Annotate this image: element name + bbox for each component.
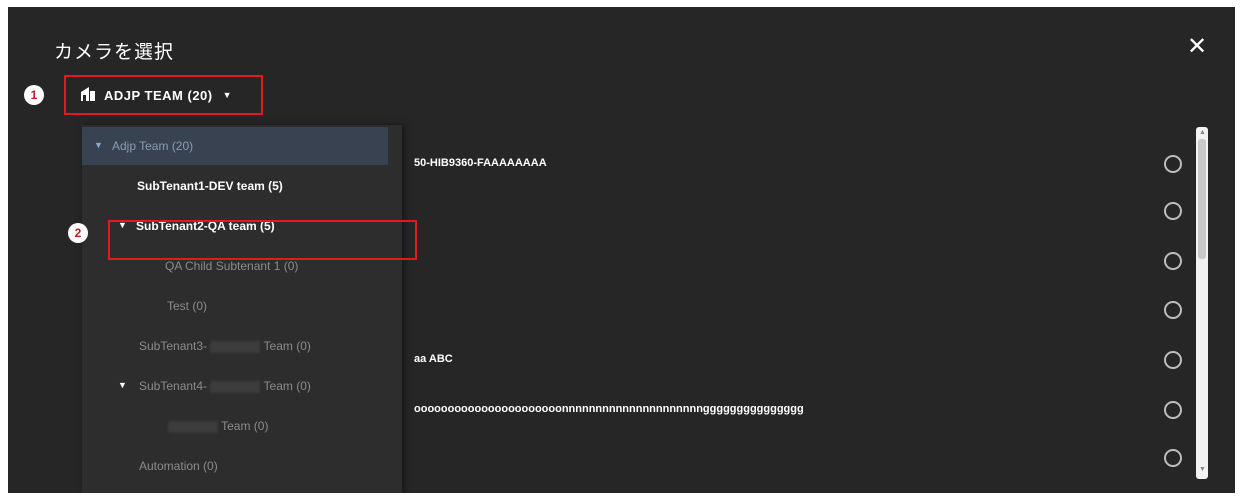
tree-item-subtenant3[interactable]: SubTenant3- Team (0) (82, 327, 402, 365)
chevron-down-icon: ▼ (222, 90, 233, 100)
camera-row[interactable]: 50-HIB9360-FAAAAAAAA (402, 141, 1192, 189)
tree-item-label: QA Child Subtenant 1 (0) (165, 259, 299, 273)
radio-button[interactable] (1164, 301, 1182, 319)
callout-badge-1: 1 (24, 85, 44, 105)
tree-item-subtenant1[interactable]: SubTenant1-DEV team (5) (82, 167, 402, 205)
redacted-text (210, 380, 261, 393)
radio-button[interactable] (1164, 155, 1182, 173)
redacted-text (210, 340, 261, 353)
dialog-title: カメラを選択 (54, 42, 175, 63)
tree-item-label: Adjp Team (20) (112, 139, 194, 153)
tree-item-label-suffix: Team (0) (221, 419, 269, 433)
radio-button[interactable] (1164, 202, 1182, 220)
radio-button[interactable] (1164, 449, 1182, 467)
scrollbar-thumb[interactable] (1198, 139, 1206, 259)
camera-row[interactable] (402, 435, 1192, 483)
building-icon (80, 86, 96, 104)
close-icon[interactable]: ✕ (1184, 34, 1210, 60)
scroll-up-icon[interactable]: ▲ (1199, 129, 1206, 136)
scroll-down-icon[interactable]: ▼ (1199, 466, 1206, 473)
camera-row[interactable]: aa ABC (402, 337, 1192, 385)
tree-item-label: Automation (0) (139, 459, 218, 473)
tenant-selector-button[interactable]: ADJP TEAM (20) ▼ (64, 75, 263, 115)
tree-item-redacted-team[interactable]: Team (0) (82, 407, 402, 445)
tenant-tree-dropdown: ▼ Adjp Team (20) SubTenant1-DEV team (5)… (82, 125, 402, 493)
camera-select-dialog: カメラを選択 ✕ 1 ADJP TEAM (20) ▼ 50-HIB9360-F… (8, 7, 1235, 493)
caret-down-icon: ▼ (118, 380, 127, 390)
tree-item-test[interactable]: Test (0) (82, 287, 402, 325)
camera-row[interactable] (402, 188, 1192, 236)
radio-button[interactable] (1164, 252, 1182, 270)
tree-item-automation[interactable]: Automation (0) (82, 447, 402, 485)
scrollbar[interactable]: ▲ ▼ (1196, 127, 1208, 479)
tree-item-label-suffix: Team (0) (263, 339, 311, 353)
tree-item-label-prefix: SubTenant4- (139, 379, 208, 393)
callout-badge-2: 2 (68, 223, 88, 243)
tree-item-label: SubTenant1-DEV team (5) (137, 179, 283, 193)
tree-item-label-suffix: Team (0) (263, 379, 311, 393)
tenant-selector-label: ADJP TEAM (20) (104, 87, 213, 103)
radio-button[interactable] (1164, 351, 1182, 369)
radio-button[interactable] (1164, 401, 1182, 419)
tree-item-label: Test (0) (167, 299, 208, 313)
tree-item-subtenant4[interactable]: ▼ SubTenant4- Team (0) (82, 367, 402, 405)
camera-row[interactable]: oooooooooooooooooooooonnnnnnnnnnnnnnnnnn… (402, 387, 1192, 435)
camera-name: 50-HIB9360-FAAAAAAAA (414, 157, 547, 169)
camera-row[interactable] (402, 238, 1192, 286)
redacted-text (168, 420, 218, 433)
camera-row[interactable] (402, 287, 1192, 335)
highlight-box (108, 220, 417, 260)
camera-name: aa ABC (414, 353, 453, 365)
tree-item-label-prefix: SubTenant3- (139, 339, 208, 353)
camera-list: 50-HIB9360-FAAAAAAAA aa ABC oooooooooooo… (402, 125, 1182, 493)
caret-down-icon: ▼ (94, 140, 103, 150)
tree-item-adjp-team[interactable]: ▼ Adjp Team (20) (82, 127, 388, 165)
camera-name: oooooooooooooooooooooonnnnnnnnnnnnnnnnnn… (414, 403, 804, 415)
